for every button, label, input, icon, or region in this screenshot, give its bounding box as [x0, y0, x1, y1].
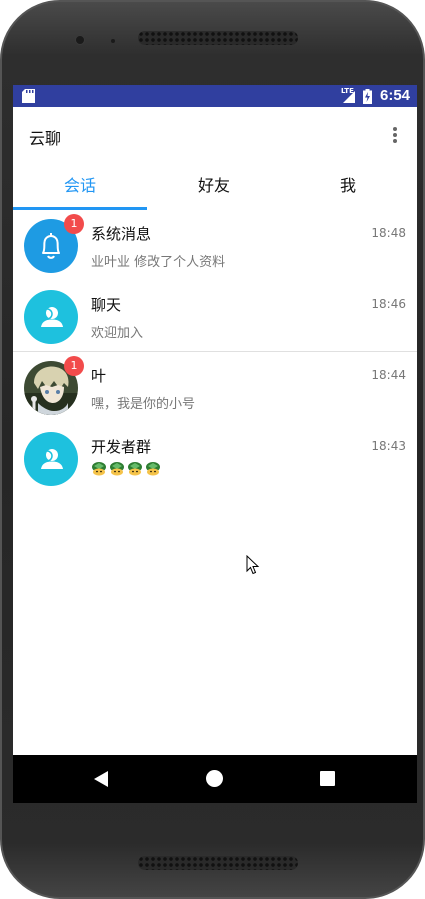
- recents-icon[interactable]: [320, 771, 335, 786]
- back-icon[interactable]: [94, 771, 108, 787]
- signal-icon: [343, 91, 355, 103]
- conversation-title: 聊天: [91, 296, 122, 314]
- front-camera: [75, 35, 85, 45]
- app-bar: 云聊: [13, 107, 417, 163]
- app-title: 云聊: [29, 129, 62, 148]
- tab-indicator: [13, 207, 147, 210]
- user-group-icon: [24, 290, 78, 344]
- proximity-sensor: [111, 39, 115, 43]
- top-speaker: [138, 31, 298, 45]
- conversation-time: 18:46: [371, 297, 406, 311]
- sd-card-icon: [22, 89, 35, 103]
- user-group-icon: [24, 432, 78, 486]
- conversation-time: 18:48: [371, 226, 406, 240]
- conversation-preview: 欢迎加入: [91, 326, 144, 341]
- conversation-time: 18:43: [371, 439, 406, 453]
- tab-bar: 会话 好友 我: [13, 163, 417, 211]
- conversation-preview: 嘿，我是你的小号: [91, 397, 196, 412]
- tab-me[interactable]: 我: [281, 163, 415, 209]
- tab-friends[interactable]: 好友: [147, 163, 281, 209]
- turtle-emoji-icon: [146, 462, 160, 476]
- conversation-item-ye[interactable]: 1 叶 18:44 嘿，我是你的小号: [13, 353, 417, 424]
- screen: LTE 6:54 云聊 会话 好友 我 1 系统消息 18:48 业叶业 修改了…: [13, 85, 417, 803]
- turtle-emoji-icon: [92, 462, 106, 476]
- emoji-preview: [91, 460, 161, 476]
- conversation-title: 叶: [91, 367, 107, 385]
- tab-conversations[interactable]: 会话: [13, 163, 147, 209]
- conversation-title: 开发者群: [91, 438, 152, 456]
- status-clock: 6:54: [380, 87, 411, 104]
- more-vert-icon[interactable]: [387, 125, 403, 145]
- status-bar: LTE 6:54: [13, 85, 417, 107]
- list-divider: [13, 351, 417, 352]
- turtle-emoji-icon: [128, 462, 142, 476]
- conversation-preview: 业叶业 修改了个人资料: [91, 255, 226, 270]
- conversation-item-dev-group[interactable]: 开发者群 18:43: [13, 424, 417, 495]
- conversation-item-system[interactable]: 1 系统消息 18:48 业叶业 修改了个人资料: [13, 211, 417, 282]
- conversation-item-chat[interactable]: 聊天 18:46 欢迎加入: [13, 282, 417, 353]
- unread-badge: 1: [64, 356, 84, 376]
- unread-badge: 1: [64, 214, 84, 234]
- conversation-time: 18:44: [371, 368, 406, 382]
- home-icon[interactable]: [206, 770, 223, 787]
- turtle-emoji-icon: [110, 462, 124, 476]
- battery-charging-icon: [363, 89, 372, 104]
- nav-bar: [13, 755, 417, 803]
- mouse-cursor-icon: [246, 555, 260, 575]
- conversation-title: 系统消息: [91, 225, 152, 243]
- bottom-speaker: [138, 856, 298, 870]
